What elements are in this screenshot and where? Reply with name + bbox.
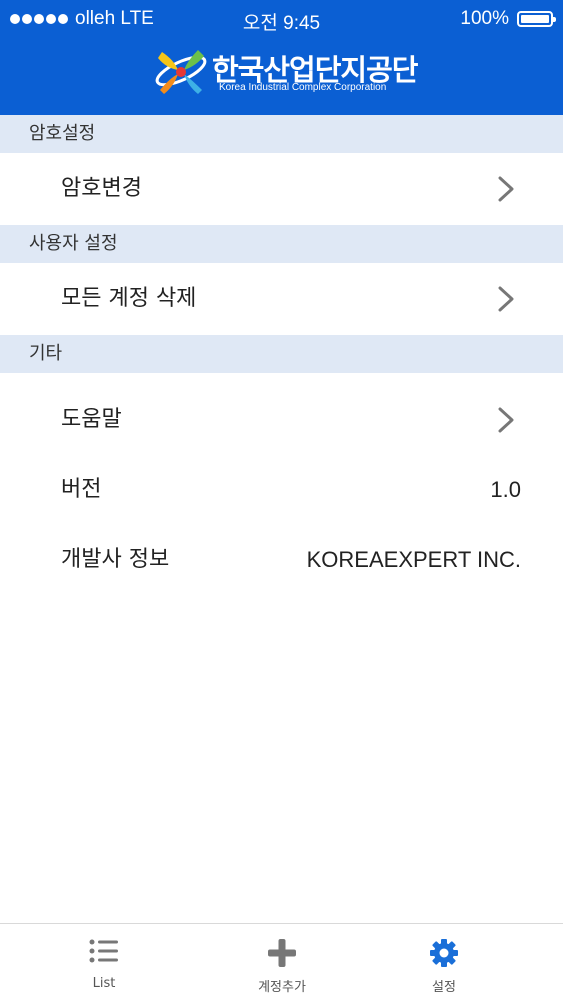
tab-list-label: List [92,976,116,991]
help-row[interactable]: 도움말 [0,384,563,456]
battery-icon [517,11,556,27]
battery-info: 100% [460,8,556,30]
developer-info-row: 개발사 정보 KOREAEXPERT INC. [0,524,563,596]
version-label: 버전 [61,477,102,502]
help-label: 도움말 [61,407,122,432]
section-header-user: 사용자 설정 [0,225,563,263]
bottom-tab-bar: List 계정추가 설정 [0,923,563,1001]
list-icon [89,939,118,963]
change-password-label: 암호변경 [61,176,142,201]
section-header-etc: 기타 [0,335,563,373]
tab-add-account[interactable]: 계정추가 [188,924,376,1001]
battery-percent: 100% [460,8,509,29]
chevron-right-icon [498,286,514,312]
logo-mark-icon [155,50,207,94]
status-bar: olleh LTE 오전 9:45 100% [0,0,563,38]
tab-settings[interactable]: 설정 [350,924,538,1001]
chevron-right-icon [498,407,514,433]
change-password-row[interactable]: 암호변경 [0,153,563,225]
version-value: 1.0 [490,477,521,502]
tab-settings-label: 설정 [432,980,456,995]
delete-all-accounts-label: 모든 계정 삭제 [61,286,197,311]
developer-info-label: 개발사 정보 [61,547,170,572]
delete-all-accounts-row[interactable]: 모든 계정 삭제 [0,263,563,335]
chevron-right-icon [498,176,514,202]
gear-icon [430,939,458,967]
developer-info-value: KOREAEXPERT INC. [306,547,521,572]
app-header: olleh LTE 오전 9:45 100% 한국산업단지공단 Korea In… [0,0,563,115]
plus-icon [268,939,296,967]
logo-subtitle: Korea Industrial Complex Corporation [219,82,387,93]
tab-add-account-label: 계정추가 [258,980,306,995]
tab-list[interactable]: List [10,924,198,1001]
version-row: 버전 1.0 [0,454,563,526]
section-header-password: 암호설정 [0,115,563,153]
app-logo: 한국산업단지공단 Korea Industrial Complex Corpor… [152,44,418,96]
